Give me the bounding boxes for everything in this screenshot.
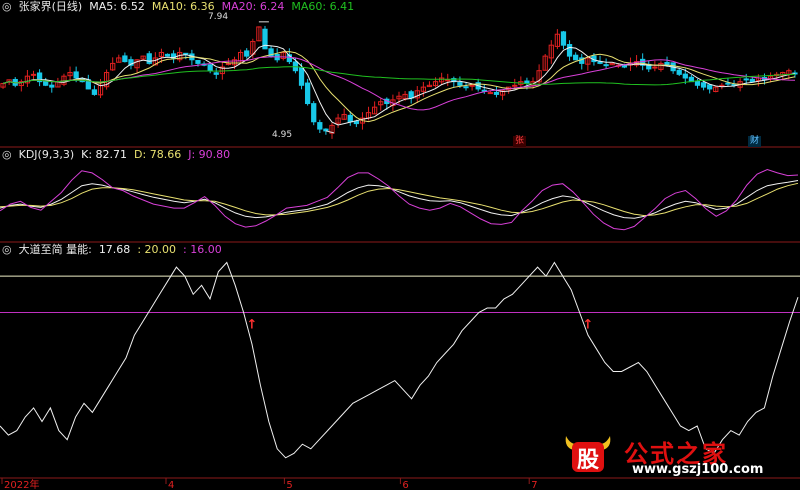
vol-indicator-0: 17.68 [98,243,131,256]
candle-body [573,54,579,61]
ma-indicator-0: MA5: 6.52 [89,0,145,13]
candle-body [43,81,49,86]
ma-indicator-2: MA20: 6.24 [221,0,285,13]
watermark: 股 公式之家 www.gszj100.com [562,432,792,480]
collapse-icon[interactable]: ◎ [2,0,12,13]
volume-energy-line [0,261,799,459]
vol-panel-header: ◎ 大道至简 量能: 17.68 : 20.00 : 16.00 [2,243,236,257]
x-tick-label: 4 [168,480,174,490]
candle-body [457,82,463,86]
candle-body [749,78,755,83]
vol-panel-title: 大道至简 量能: [18,243,92,256]
candle-body [621,65,628,68]
candle-body [743,78,749,81]
candle-body [652,66,658,69]
kdj-indicators: K: 82.71 D: 78.66 J: 90.80 [81,148,237,161]
vol-indicators: 17.68 : 20.00 : 16.00 [99,243,229,256]
buy-signal-arrow-0: ↑ [247,318,258,333]
ma-indicator-3: MA60: 6.41 [291,0,355,13]
kdj-indicator-1: D: 78.66 [134,148,182,161]
volume-energy-panel: ↑ ↑ [0,261,800,459]
candle-body [164,53,171,57]
candle-body [195,59,201,64]
kdj-panel-header: ◎ KDJ(9,3,3) K: 82.71 D: 78.66 J: 90.80 [2,148,244,162]
candle-body [682,73,688,79]
candle-body [597,61,603,64]
candle-body [566,44,573,57]
buy-signal-arrow-1: ↑ [583,318,594,333]
watermark-url: www.gszj100.com [632,462,764,477]
candle-body [304,82,311,105]
collapse-icon[interactable]: ◎ [2,243,12,256]
candle-body [122,55,128,63]
candle-body [244,50,250,57]
vol-indicator-2: : 16.00 [183,243,222,256]
candle-body [560,31,567,46]
kdj-panel-title: KDJ(9,3,3) [18,148,75,161]
event-tag-zhang[interactable]: 张 [513,136,527,147]
x-tick-label: 6 [402,480,408,490]
candle-body [213,72,219,75]
x-tick-label: 2022年 [4,478,39,490]
candle-body [183,52,189,55]
candle-body [469,84,475,87]
candle-body [49,84,55,88]
candle-body [694,80,701,86]
candle-body [676,69,682,75]
candle-body [317,122,323,130]
high-price-label: 7.94 [208,12,229,22]
candle-body [408,91,414,99]
candle-body [91,89,98,95]
candle-body [512,84,518,87]
candle-body [487,92,494,95]
ma5-line [2,44,796,126]
watermark-logo-char: 股 [576,447,599,473]
kdj-d-line [0,182,799,217]
candle-body [707,84,713,90]
candle-body [700,82,707,88]
candle-body [73,71,79,79]
candle-body [445,79,451,82]
kdj-k-line [0,180,799,219]
candle-body [146,53,152,64]
collapse-icon[interactable]: ◎ [2,148,12,161]
low-price-label: 4.95 [272,130,293,140]
price-panel-title: 张家界(日线) [18,0,83,13]
price-panel [0,21,798,139]
candle-body [207,64,213,72]
candle-body [30,73,37,76]
candle-body [298,67,305,86]
candle-body [603,64,609,67]
kdj-indicator-0: K: 82.71 [81,148,128,161]
candle-body [323,128,329,132]
x-tick-label: 7 [531,480,537,490]
price-panel-header: ◎ 张家界(日线) MA5: 6.52 MA10: 6.36 MA20: 6.24 MA6… [2,0,368,14]
x-tick-label: 5 [286,480,292,490]
candle-body [725,82,731,85]
event-tag-cai[interactable]: 财 [748,136,762,147]
candle-body [463,86,469,89]
candle-body [311,103,317,123]
kdj-indicator-2: J: 90.80 [188,148,231,161]
vol-indicator-1: : 20.00 [137,243,177,256]
kdj-panel [0,168,799,231]
candle-body [347,114,353,123]
x-axis: 2022年 4 5 6 7 [1,478,538,490]
candle-body [493,91,500,95]
kdj-j-line [0,168,799,231]
